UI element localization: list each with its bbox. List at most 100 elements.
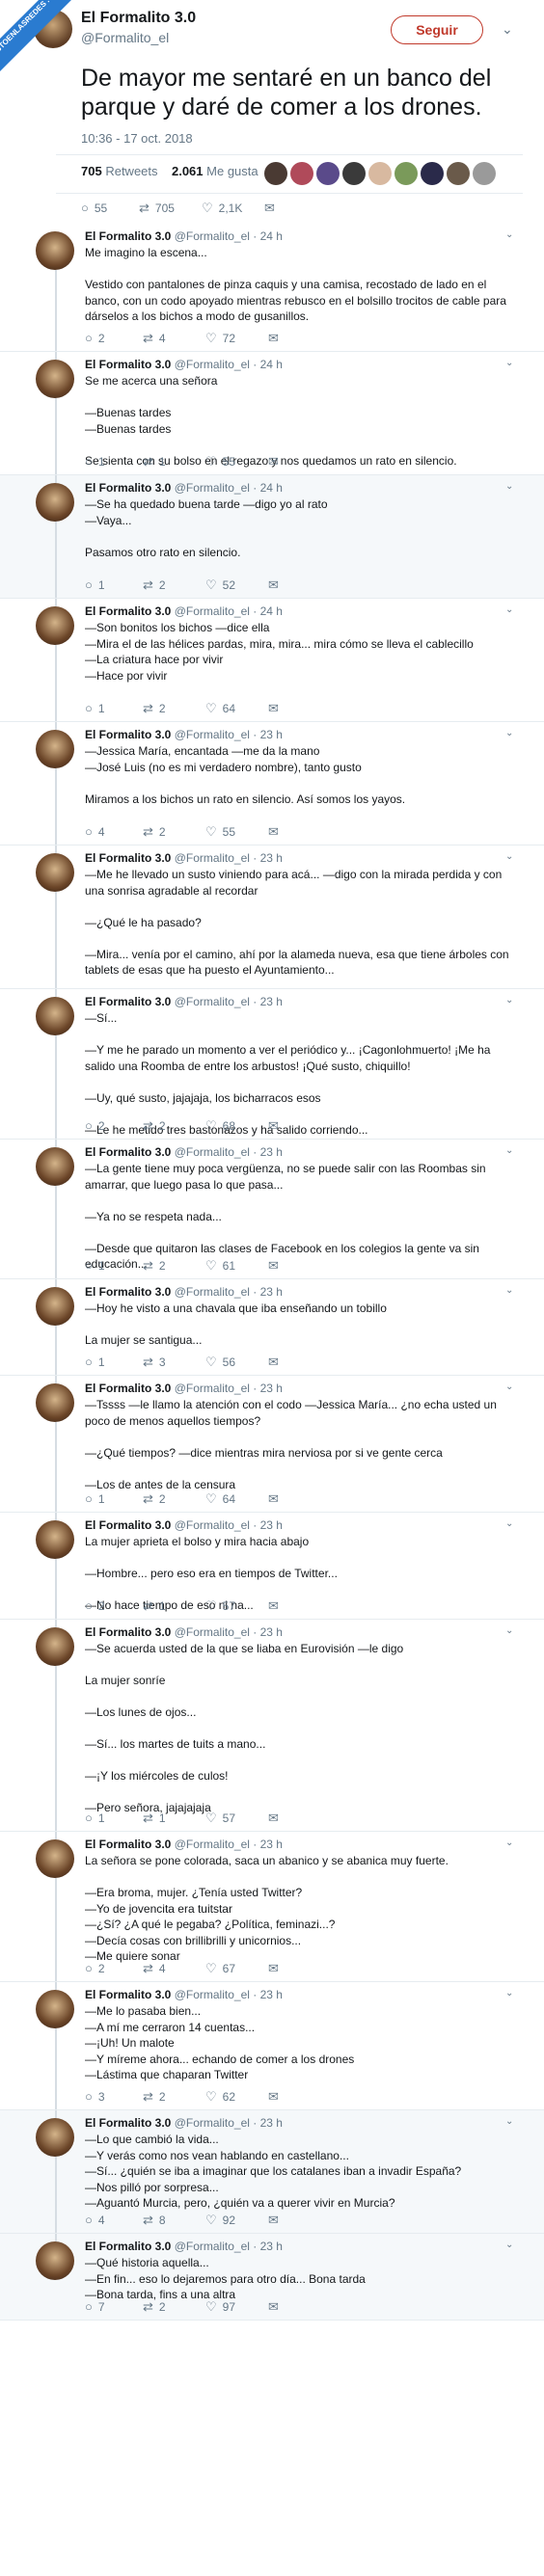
chevron-down-icon[interactable]: ⌄ — [505, 229, 513, 240]
reply-time[interactable]: · 23 h — [253, 728, 283, 741]
avatar[interactable] — [368, 162, 392, 185]
chevron-down-icon[interactable]: ⌄ — [502, 21, 513, 38]
reply-tweet[interactable]: El Formalito 3.0 @Formalito_el · 23 h ⌄ —J… — [0, 722, 544, 845]
reply-time[interactable]: · 23 h — [253, 1382, 283, 1395]
avatar[interactable] — [36, 1287, 74, 1326]
avatar[interactable] — [36, 1383, 74, 1422]
author-name[interactable]: El Formalito 3.0 — [85, 229, 171, 243]
reply-button[interactable]: ○ 4 — [85, 824, 105, 839]
author-name[interactable]: El Formalito 3.0 — [81, 10, 196, 27]
like-button[interactable]: ♡ 62 — [205, 2089, 235, 2105]
author-name[interactable]: El Formalito 3.0 — [85, 851, 171, 865]
author-handle[interactable]: @Formalito_el — [175, 1145, 250, 1159]
retweets-label[interactable]: Retweets — [105, 164, 157, 178]
like-button[interactable]: ♡ 67 — [205, 1961, 235, 1976]
reply-time[interactable]: · 24 h — [253, 229, 283, 243]
author-handle[interactable]: @Formalito_el — [175, 604, 250, 618]
reply-button[interactable]: ○ 1 — [85, 701, 105, 715]
reply-button[interactable]: ○ 1 — [85, 577, 105, 592]
reply-time[interactable]: · 23 h — [253, 1285, 283, 1299]
author-handle[interactable]: @Formalito_el — [175, 1625, 250, 1639]
reply-time[interactable]: · 23 h — [253, 851, 283, 865]
retweet-button[interactable]: ⇄ 705 — [139, 201, 175, 216]
author-handle[interactable]: @Formalito_el — [175, 728, 250, 741]
author-handle[interactable]: @Formalito_el — [175, 1838, 250, 1851]
retweet-button[interactable]: ⇄ 4 — [143, 331, 166, 346]
message-button[interactable]: ✉ — [268, 701, 285, 716]
author-name[interactable]: El Formalito 3.0 — [85, 1382, 171, 1395]
retweet-button[interactable]: ⇄ 2 — [143, 1491, 166, 1507]
retweet-button[interactable]: ⇄ 2 — [143, 1258, 166, 1274]
author-name[interactable]: El Formalito 3.0 — [85, 1518, 171, 1532]
retweet-button[interactable]: ⇄ 1 — [143, 1598, 166, 1614]
author-handle[interactable]: @Formalito_el — [81, 30, 169, 45]
avatar[interactable] — [264, 162, 287, 185]
retweet-button[interactable]: ⇄ 2 — [143, 1118, 166, 1134]
chevron-down-icon[interactable]: ⌄ — [505, 481, 513, 492]
message-button[interactable]: ✉ — [268, 2213, 285, 2228]
reply-tweet[interactable]: El Formalito 3.0 @Formalito_el · 23 h ⌄ —M… — [0, 1982, 544, 2110]
reply-button[interactable]: ○ 1 — [85, 1491, 105, 1506]
author-handle[interactable]: @Formalito_el — [175, 1382, 250, 1395]
like-button[interactable]: ♡ 55 — [205, 824, 235, 840]
message-button[interactable]: ✉ — [268, 1491, 285, 1507]
author-name[interactable]: El Formalito 3.0 — [85, 2240, 171, 2253]
message-button[interactable]: ✉ — [268, 454, 285, 470]
author-name[interactable]: El Formalito 3.0 — [85, 728, 171, 741]
reply-time[interactable]: · 23 h — [253, 1518, 283, 1532]
avatar[interactable] — [36, 2118, 74, 2157]
retweet-button[interactable]: ⇄ 2 — [143, 2299, 166, 2315]
reply-tweet[interactable]: El Formalito 3.0 @Formalito_el · 23 h ⌄ —M… — [0, 845, 544, 989]
reply-time[interactable]: · 23 h — [253, 995, 283, 1008]
like-button[interactable]: ♡ 64 — [205, 701, 235, 716]
avatar[interactable] — [36, 1839, 74, 1878]
author-name[interactable]: El Formalito 3.0 — [85, 1988, 171, 2001]
retweet-button[interactable]: ⇄ 8 — [143, 2213, 166, 2228]
author-handle[interactable]: @Formalito_el — [175, 851, 250, 865]
message-button[interactable]: ✉ — [264, 201, 281, 216]
chevron-down-icon[interactable]: ⌄ — [505, 1285, 513, 1296]
avatar[interactable] — [36, 231, 74, 270]
reply-time[interactable]: · 23 h — [253, 1625, 283, 1639]
reply-time[interactable]: · 23 h — [253, 2240, 283, 2253]
avatar[interactable] — [36, 853, 74, 892]
reply-button[interactable]: ○ 2 — [85, 1118, 105, 1133]
like-button[interactable]: ♡ 57 — [205, 1598, 235, 1614]
like-button[interactable]: ♡ 92 — [205, 2213, 235, 2228]
like-button[interactable]: ♡ 68 — [205, 1118, 235, 1134]
retweet-button[interactable]: ⇄ 1 — [143, 1811, 166, 1826]
author-name[interactable]: El Formalito 3.0 — [85, 1285, 171, 1299]
author-handle[interactable]: @Formalito_el — [175, 1988, 250, 2001]
avatar[interactable] — [36, 483, 74, 522]
author-handle[interactable]: @Formalito_el — [175, 358, 250, 371]
retweet-button[interactable]: ⇄ 4 — [143, 1961, 166, 1976]
avatar[interactable] — [36, 1990, 74, 2028]
reply-tweet[interactable]: El Formalito 3.0 @Formalito_el · 24 h ⌄ Se… — [0, 352, 544, 475]
reply-time[interactable]: · 24 h — [253, 481, 283, 495]
avatar[interactable] — [36, 997, 74, 1035]
reply-button[interactable]: ○ 2 — [85, 1598, 105, 1613]
reply-time[interactable]: · 24 h — [253, 358, 283, 371]
reply-tweet[interactable]: El Formalito 3.0 @Formalito_el · 23 h ⌄ —S… — [0, 1620, 544, 1832]
message-button[interactable]: ✉ — [268, 1258, 285, 1274]
reply-tweet[interactable]: El Formalito 3.0 @Formalito_el · 24 h ⌄ —S… — [0, 475, 544, 599]
author-handle[interactable]: @Formalito_el — [175, 1518, 250, 1532]
reply-button[interactable]: ○ 1 — [85, 1355, 105, 1369]
reply-tweet[interactable]: El Formalito 3.0 @Formalito_el · 23 h ⌄ —L… — [0, 1140, 544, 1279]
author-name[interactable]: El Formalito 3.0 — [85, 2116, 171, 2130]
avatar[interactable] — [473, 162, 496, 185]
reply-button[interactable]: ○ 7 — [85, 2299, 105, 2314]
reply-tweet[interactable]: El Formalito 3.0 @Formalito_el · 24 h ⌄ —S… — [0, 599, 544, 722]
chevron-down-icon[interactable]: ⌄ — [505, 1625, 513, 1636]
retweet-button[interactable]: ⇄ 2 — [143, 2089, 166, 2105]
chevron-down-icon[interactable]: ⌄ — [505, 358, 513, 368]
author-name[interactable]: El Formalito 3.0 — [85, 1838, 171, 1851]
reply-tweet[interactable]: El Formalito 3.0 @Formalito_el · 23 h ⌄ —L… — [0, 2110, 544, 2234]
avatar[interactable] — [316, 162, 340, 185]
reply-button[interactable]: ○ 1 — [85, 1811, 105, 1825]
avatar[interactable] — [394, 162, 418, 185]
reply-time[interactable]: · 23 h — [253, 2116, 283, 2130]
retweet-button[interactable]: ⇄ 1 — [143, 454, 166, 470]
message-button[interactable]: ✉ — [268, 1598, 285, 1614]
message-button[interactable]: ✉ — [268, 824, 285, 840]
